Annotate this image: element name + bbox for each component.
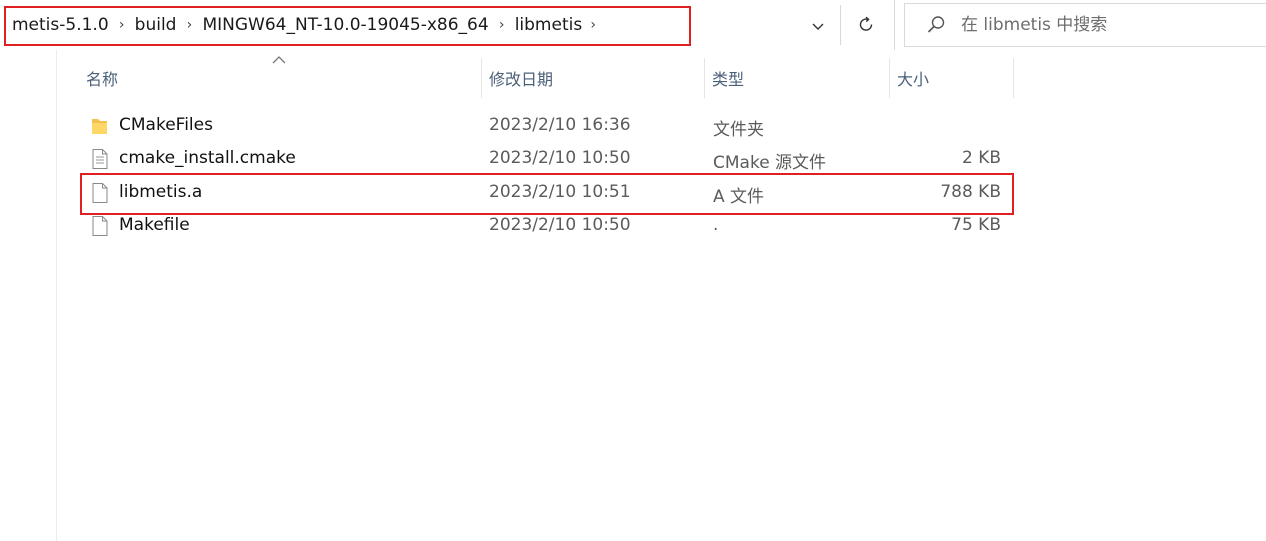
file-size: 788 KB <box>940 182 1001 202</box>
file-name: CMakeFiles <box>119 115 213 135</box>
refresh-icon <box>859 16 873 31</box>
file-date: 2023/2/10 10:50 <box>489 215 631 235</box>
file-type: CMake 源文件 <box>713 153 827 173</box>
file-date: 2023/2/10 10:50 <box>489 148 631 168</box>
search-input[interactable] <box>961 11 1251 39</box>
chevron-right-icon[interactable]: › <box>489 17 515 33</box>
file-row-cmakefiles[interactable]: CMakeFiles 2023/2/10 16:36 文件夹 <box>84 109 1010 142</box>
address-history-dropdown[interactable] <box>804 12 832 40</box>
divider <box>894 0 895 50</box>
file-icon <box>92 216 108 236</box>
column-divider[interactable] <box>704 58 705 98</box>
search-box[interactable] <box>904 3 1266 47</box>
column-divider[interactable] <box>481 58 482 98</box>
file-row-libmetis-a[interactable]: libmetis.a 2023/2/10 10:51 A 文件 788 KB <box>84 176 1010 209</box>
chevron-down-icon <box>812 23 824 30</box>
column-header-size[interactable]: 大小 <box>891 58 1013 98</box>
column-header-date[interactable]: 修改日期 <box>483 58 703 98</box>
breadcrumb-item-libmetis[interactable]: libmetis <box>515 15 583 35</box>
file-type: . <box>713 215 719 235</box>
file-icon <box>92 183 108 203</box>
address-bar[interactable]: metis-5.1.0 › build › MINGW64_NT-10.0-19… <box>0 0 897 50</box>
column-divider[interactable] <box>889 58 890 98</box>
breadcrumb-item-metis[interactable]: metis-5.1.0 <box>12 15 109 35</box>
file-size: 75 KB <box>951 215 1001 235</box>
text-file-icon <box>92 149 108 169</box>
file-name: cmake_install.cmake <box>119 148 296 168</box>
nav-pane-divider <box>56 50 57 541</box>
breadcrumb-item-mingw64[interactable]: MINGW64_NT-10.0-19045-x86_64 <box>202 15 488 35</box>
file-size: 2 KB <box>961 148 1001 168</box>
file-type: 文件夹 <box>713 120 764 140</box>
chevron-right-icon[interactable]: › <box>176 17 202 33</box>
chevron-right-icon[interactable]: › <box>582 17 604 33</box>
file-date: 2023/2/10 10:51 <box>489 182 631 202</box>
file-name: libmetis.a <box>119 182 203 202</box>
folder-icon <box>92 119 107 134</box>
file-explorer-window: metis-5.1.0 › build › MINGW64_NT-10.0-19… <box>0 0 1266 541</box>
breadcrumb: metis-5.1.0 › build › MINGW64_NT-10.0-19… <box>12 12 604 38</box>
file-date: 2023/2/10 16:36 <box>489 115 631 135</box>
chevron-right-icon[interactable]: › <box>109 17 135 33</box>
refresh-button[interactable] <box>848 10 884 40</box>
divider <box>840 5 841 45</box>
file-name: Makefile <box>119 215 190 235</box>
column-header-type[interactable]: 类型 <box>706 58 888 98</box>
breadcrumb-item-build[interactable]: build <box>135 15 177 35</box>
search-icon <box>927 16 945 33</box>
column-header-name[interactable]: 名称 <box>80 58 480 98</box>
file-row-makefile[interactable]: Makefile 2023/2/10 10:50 . 75 KB <box>84 209 1010 242</box>
file-row-cmake-install[interactable]: cmake_install.cmake 2023/2/10 10:50 CMak… <box>84 142 1010 175</box>
file-type: A 文件 <box>713 187 765 207</box>
column-divider[interactable] <box>1013 58 1014 98</box>
